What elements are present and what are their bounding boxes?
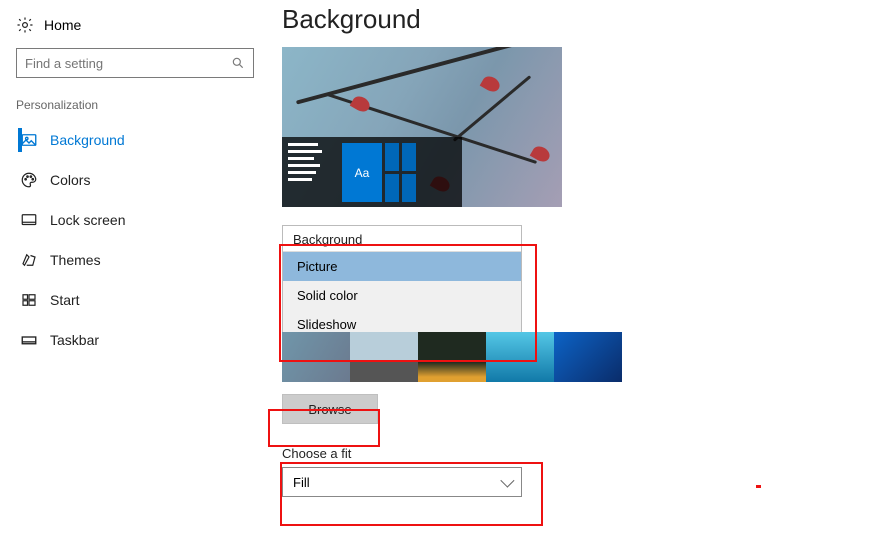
- palette-icon: [20, 171, 38, 189]
- selection-bar: [18, 128, 22, 152]
- nav-item-start[interactable]: Start: [10, 280, 260, 320]
- fit-dropdown[interactable]: Fill: [282, 467, 522, 497]
- preview-tile-aa: Aa: [342, 143, 382, 202]
- nav-label: Lock screen: [50, 212, 125, 228]
- main-content: Background Aa Background Picture Solid c…: [282, 4, 882, 497]
- fit-label: Choose a fit: [282, 446, 882, 461]
- stray-mark: [756, 485, 761, 488]
- thumb-5[interactable]: [554, 332, 622, 382]
- home-link[interactable]: Home: [10, 10, 260, 44]
- dropdown-option-picture[interactable]: Picture: [283, 252, 521, 281]
- thumb-1[interactable]: [282, 332, 350, 382]
- section-heading: Personalization: [16, 98, 254, 112]
- picture-icon: [20, 131, 38, 149]
- themes-icon: [20, 251, 38, 269]
- search-icon: [231, 56, 245, 70]
- thumb-4[interactable]: [486, 332, 554, 382]
- taskbar-icon: [20, 331, 38, 349]
- settings-sidebar: Home Personalization Background Colors L…: [10, 10, 260, 360]
- start-menu-preview: Aa: [282, 137, 462, 207]
- page-title: Background: [282, 4, 882, 35]
- nav-item-taskbar[interactable]: Taskbar: [10, 320, 260, 360]
- nav-label: Themes: [50, 252, 101, 268]
- nav-item-themes[interactable]: Themes: [10, 240, 260, 280]
- start-icon: [20, 291, 38, 309]
- thumb-3[interactable]: [418, 332, 486, 382]
- thumb-2[interactable]: [350, 332, 418, 382]
- home-label: Home: [44, 17, 81, 33]
- nav-item-lockscreen[interactable]: Lock screen: [10, 200, 260, 240]
- nav-label: Start: [50, 292, 80, 308]
- gear-icon: [16, 16, 34, 34]
- browse-button[interactable]: Browse: [282, 394, 378, 424]
- lockscreen-icon: [20, 211, 38, 229]
- dropdown-option-solidcolor[interactable]: Solid color: [283, 281, 521, 310]
- chevron-down-icon: [500, 474, 514, 488]
- nav-label: Background: [50, 132, 125, 148]
- background-dropdown[interactable]: Background Picture Solid color Slideshow: [282, 225, 522, 340]
- nav-item-colors[interactable]: Colors: [10, 160, 260, 200]
- search-input[interactable]: [16, 48, 254, 78]
- nav-label: Colors: [50, 172, 90, 188]
- picture-thumbnails: [282, 332, 882, 382]
- fit-selected: Fill: [293, 475, 310, 490]
- search-field[interactable]: [25, 56, 225, 71]
- nav-label: Taskbar: [50, 332, 99, 348]
- nav-item-background[interactable]: Background: [10, 120, 260, 160]
- desktop-preview: Aa: [282, 47, 562, 207]
- dropdown-header: Background: [283, 226, 521, 252]
